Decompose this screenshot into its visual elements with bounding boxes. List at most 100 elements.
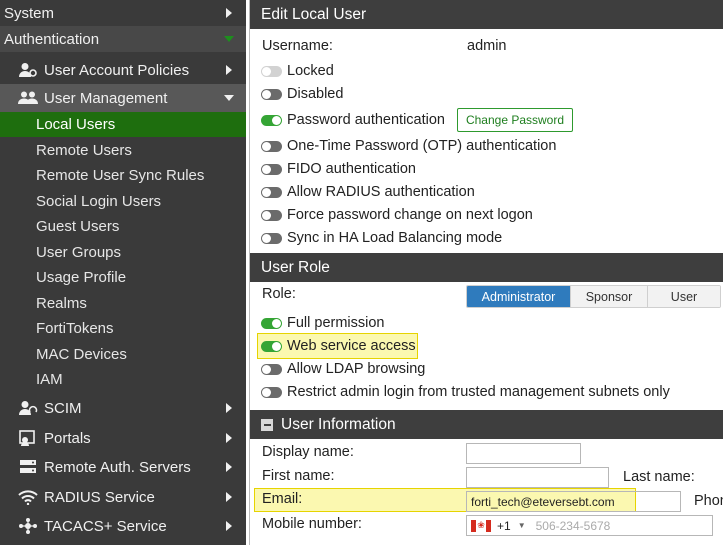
last-name-label: Last name: [623,469,695,485]
sidebar-item-guest-users[interactable]: Guest Users [0,214,246,239]
password-auth-toggle[interactable] [261,114,282,126]
sidebar-item-label: User Groups [36,244,122,261]
fido-toggle-row[interactable]: FIDO authentication [261,161,416,177]
otp-toggle-row[interactable]: One-Time Password (OTP) authentication [261,138,556,154]
sidebar-item-usage-profile[interactable]: Usage Profile [0,265,246,290]
fido-toggle[interactable] [261,163,282,175]
fido-label: FIDO authentication [287,161,416,177]
sidebar-radius-service[interactable]: RADIUS Service [0,483,246,511]
username-value: admin [467,38,507,54]
chevron-right-icon [226,433,232,443]
sidebar-item-label: FortiTokens [36,320,114,337]
radius-auth-toggle[interactable] [261,186,282,198]
first-name-label: First name: [262,468,335,484]
ldap-toggle-row[interactable]: Allow LDAP browsing [261,361,425,377]
ldap-label: Allow LDAP browsing [287,361,426,377]
web-service-toggle-row[interactable]: Web service access [261,338,416,354]
role-option-user[interactable]: User [648,286,720,307]
web-service-toggle[interactable] [261,340,282,352]
sidebar-scim[interactable]: SCIM [0,394,246,422]
sidebar-item-fortitokens[interactable]: FortiTokens [0,316,246,341]
sidebar-tacacs-service[interactable]: TACACS+ Service [0,512,246,540]
chevron-right-icon [226,492,232,502]
section-title: Edit Local User [261,5,367,23]
sidebar-item-label: Usage Profile [36,269,127,286]
mobile-number-input[interactable]: ❀ +1 ▼ 506-234-5678 [466,515,713,536]
username-label: Username: [262,38,333,54]
sidebar-item-iam[interactable]: IAM [0,367,246,392]
sidebar-radius-service-label: RADIUS Service [44,488,155,506]
sync-ha-toggle-row[interactable]: Sync in HA Load Balancing mode [261,230,502,246]
ldap-toggle[interactable] [261,363,282,375]
server-icon [17,458,39,476]
force-change-toggle[interactable] [261,209,282,221]
sidebar-item-mac-devices[interactable]: MAC Devices [0,342,246,367]
full-permission-label: Full permission [287,315,385,331]
force-change-toggle-row[interactable]: Force password change on next logon [261,207,533,223]
otp-toggle[interactable] [261,140,282,152]
sidebar-user-management[interactable]: User Management [0,84,246,112]
role-selector[interactable]: Administrator Sponsor User [466,285,721,308]
web-service-label: Web service access [287,338,416,354]
portal-icon [17,429,39,447]
sidebar-item-local-users[interactable]: Local Users [0,112,246,137]
sidebar-authentication[interactable]: Authentication [0,26,246,52]
change-password-button[interactable]: Change Password [457,108,573,132]
sidebar-item-user-groups[interactable]: User Groups [0,240,246,265]
wifi-icon [17,488,39,506]
sidebar-scim-label: SCIM [44,399,82,417]
sidebar-item-remote-users[interactable]: Remote Users [0,138,246,163]
sidebar-remote-auth-servers-label: Remote Auth. Servers [44,458,191,476]
edit-local-user-header: Edit Local User [250,0,723,29]
sidebar-item-social-login-users[interactable]: Social Login Users [0,189,246,214]
network-icon [17,517,39,535]
sync-ha-toggle[interactable] [261,232,282,244]
edit-local-user-panel: Edit Local User Username: admin Locked D… [249,0,723,545]
restrict-toggle[interactable] [261,386,282,398]
disabled-toggle-row[interactable]: Disabled [261,86,343,102]
sidebar: System Authentication User Account Polic… [0,0,246,545]
display-name-label: Display name: [262,444,354,460]
chevron-right-icon [226,8,232,18]
full-permission-toggle[interactable] [261,317,282,329]
chevron-down-icon [224,36,234,42]
email-input[interactable]: forti_tech@eteversebt.com [466,491,681,512]
disabled-label: Disabled [287,86,344,102]
otp-label: One-Time Password (OTP) authentication [287,138,557,154]
sidebar-user-management-label: User Management [44,89,168,107]
collapse-icon[interactable] [261,418,273,431]
sync-ha-label: Sync in HA Load Balancing mode [287,230,503,246]
role-option-sponsor[interactable]: Sponsor [571,286,648,307]
chevron-right-icon [226,462,232,472]
locked-toggle[interactable] [261,65,282,77]
role-option-administrator[interactable]: Administrator [467,286,571,307]
section-title: User Role [261,258,330,276]
chevron-right-icon [226,403,232,413]
disabled-toggle[interactable] [261,88,282,100]
sidebar-portals[interactable]: Portals [0,424,246,452]
user-sync-icon [17,399,39,417]
sidebar-system[interactable]: System [0,0,246,26]
display-name-input[interactable] [466,443,581,464]
locked-toggle-row[interactable]: Locked [261,63,334,79]
sidebar-item-label: Social Login Users [36,193,162,210]
sidebar-portals-label: Portals [44,429,91,447]
sidebar-item-label: Local Users [36,116,116,133]
restrict-label: Restrict admin login from trusted manage… [287,384,670,400]
sidebar-user-account-policies[interactable]: User Account Policies [0,56,246,84]
sidebar-remote-auth-servers[interactable]: Remote Auth. Servers [0,453,246,481]
email-label: Email: [262,491,303,507]
role-label: Role: [262,286,296,302]
restrict-toggle-row[interactable]: Restrict admin login from trusted manage… [261,384,670,400]
canada-flag-icon: ❀ [471,519,491,532]
radius-auth-label: Allow RADIUS authentication [287,184,475,200]
user-role-header: User Role [250,253,723,282]
first-name-input[interactable] [466,467,609,488]
sidebar-item-remote-user-sync-rules[interactable]: Remote User Sync Rules [0,163,246,188]
sidebar-item-realms[interactable]: Realms [0,291,246,316]
radius-auth-toggle-row[interactable]: Allow RADIUS authentication [261,184,475,200]
user-information-header[interactable]: User Information [250,410,723,439]
password-auth-toggle-row[interactable]: Password authentication [261,112,445,128]
full-permission-toggle-row[interactable]: Full permission [261,315,385,331]
user-gear-icon [17,61,39,79]
